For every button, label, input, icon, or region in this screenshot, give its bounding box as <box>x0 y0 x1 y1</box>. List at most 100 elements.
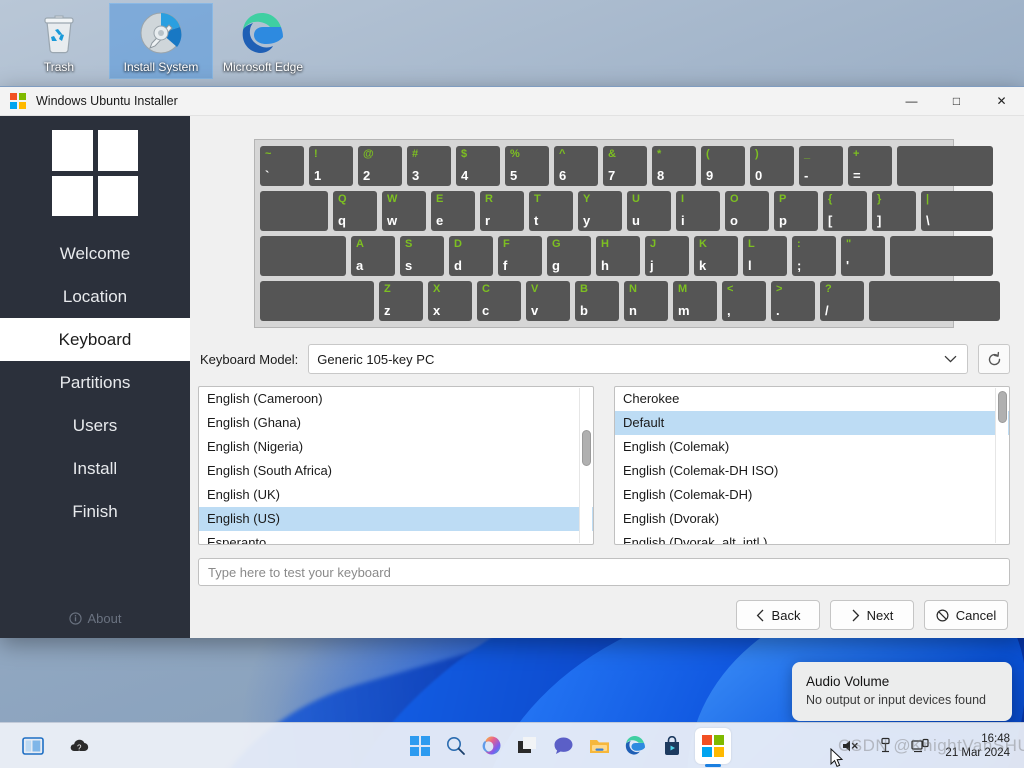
keyboard-test-input[interactable]: Type here to test your keyboard <box>198 558 1010 586</box>
keyboard-key-g: Gg <box>547 236 591 276</box>
volume-muted-icon[interactable] <box>837 733 863 759</box>
variant-list-item[interactable]: English (Colemak) <box>615 435 1009 459</box>
variant-list-item[interactable]: English (Colemak-DH) <box>615 483 1009 507</box>
info-circle-icon <box>68 612 82 625</box>
back-button[interactable]: Back <box>736 600 820 630</box>
usb-device-icon[interactable] <box>872 733 898 759</box>
desktop-icon-install-system[interactable]: Install System <box>109 3 213 79</box>
keyboard-key-blank <box>890 236 993 276</box>
sidebar-item-location[interactable]: Location <box>0 275 190 318</box>
sidebar-item-users[interactable]: Users <box>0 404 190 447</box>
key-upper-label: > <box>776 283 783 295</box>
layout-list-item[interactable]: English (US) <box>199 507 593 531</box>
layout-list-scrollbar[interactable] <box>579 388 592 543</box>
keyboard-key-9: (9 <box>701 146 745 186</box>
sidebar-item-partitions[interactable]: Partitions <box>0 361 190 404</box>
store-icon[interactable] <box>659 733 685 759</box>
key-lower-label: m <box>678 303 690 318</box>
variant-list-item[interactable]: English (Dvorak, alt. intl.) <box>615 531 1009 544</box>
chat-teams-icon[interactable] <box>551 733 577 759</box>
keyboard-test-placeholder: Type here to test your keyboard <box>208 564 391 580</box>
keyboard-key-blank <box>897 146 993 186</box>
desktop-icon-microsoft-edge[interactable]: Microsoft Edge <box>212 4 314 78</box>
key-upper-label: X <box>433 283 441 295</box>
key-lower-label: ] <box>877 213 882 228</box>
key-lower-label: 5 <box>510 168 518 183</box>
keyboard-key-4: $4 <box>456 146 500 186</box>
network-icon[interactable] <box>907 733 933 759</box>
window-body: Welcome Location Keyboard Partitions Use… <box>0 116 1024 638</box>
desktop-icon-label: Install System <box>123 60 199 74</box>
next-button[interactable]: Next <box>830 600 914 630</box>
folder-icon[interactable] <box>587 733 613 759</box>
layout-list-item[interactable]: English (Cameroon) <box>199 387 593 411</box>
copilot-icon[interactable] <box>479 733 505 759</box>
keyboard-variant-list[interactable]: Cherokee Default English (Colemak) English … <box>614 386 1010 545</box>
keyboard-row: Zz Xx Cc Vv Bb Nn Mm <, >.? / <box>260 281 1000 321</box>
windows-logo-icon <box>10 93 26 109</box>
key-upper-label: C <box>482 283 490 295</box>
sidebar-item-install[interactable]: Install <box>0 447 190 490</box>
window-minimize-button[interactable]: — <box>889 87 934 116</box>
key-lower-label: 3 <box>412 168 420 183</box>
start-button-icon[interactable] <box>407 733 433 759</box>
layout-list-item[interactable]: English (UK) <box>199 483 593 507</box>
key-lower-label: - <box>804 168 809 183</box>
window-maximize-button[interactable]: □ <box>934 87 979 116</box>
sidebar-item-finish[interactable]: Finish <box>0 490 190 533</box>
keyboard-model-select[interactable]: Generic 105-key PC <box>308 344 968 374</box>
back-label: Back <box>771 607 801 623</box>
variant-list-items: Cherokee Default English (Colemak) English … <box>615 387 1009 544</box>
key-lower-label: 6 <box>559 168 567 183</box>
key-lower-label: a <box>356 258 364 273</box>
window-close-button[interactable]: ✕ <box>979 87 1024 116</box>
layout-list-item[interactable]: English (South Africa) <box>199 459 593 483</box>
key-lower-label: u <box>632 213 640 228</box>
desktop-icon-trash[interactable]: Trash <box>8 4 110 78</box>
key-upper-label: N <box>629 283 637 295</box>
keyboard-key-.: >. <box>771 281 815 321</box>
key-upper-label: O <box>730 193 739 205</box>
key-lower-label: w <box>387 213 398 228</box>
key-upper-label: T <box>534 193 541 205</box>
keyboard-layout-list[interactable]: English (Cameroon) English (Ghana) English… <box>198 386 594 545</box>
reset-keyboard-button[interactable] <box>978 344 1010 374</box>
key-lower-label: 0 <box>755 168 763 183</box>
key-lower-label: , <box>727 303 731 318</box>
scrollbar-thumb[interactable] <box>998 391 1007 423</box>
search-icon[interactable] <box>443 733 469 759</box>
key-lower-label: \ <box>926 213 930 228</box>
key-lower-label: q <box>338 213 346 228</box>
layout-list-item[interactable]: English (Ghana) <box>199 411 593 435</box>
file-explorer-dark-icon[interactable] <box>515 733 541 759</box>
layout-list-item[interactable]: English (Nigeria) <box>199 435 593 459</box>
scrollbar-thumb[interactable] <box>582 430 591 466</box>
about-link[interactable]: About <box>0 611 190 626</box>
key-upper-label: ? <box>825 283 832 295</box>
key-upper-label: Q <box>338 193 347 205</box>
task-view-icon[interactable] <box>20 733 46 759</box>
keyboard-key-m: Mm <box>673 281 717 321</box>
variant-list-item[interactable]: Default <box>615 411 1009 435</box>
key-upper-label: | <box>926 193 930 205</box>
installer-taskbar-icon[interactable] <box>694 727 731 764</box>
sidebar-item-keyboard[interactable]: Keyboard <box>0 318 190 361</box>
install-disc-icon <box>140 12 182 54</box>
variant-list-item[interactable]: English (Dvorak) <box>615 507 1009 531</box>
taskbar-clock[interactable]: 16:48 21 Mar 2024 <box>945 732 1010 760</box>
variant-list-scrollbar[interactable] <box>995 388 1008 543</box>
edge-icon[interactable] <box>623 733 649 759</box>
key-upper-label: " <box>846 238 852 250</box>
sidebar-item-welcome[interactable]: Welcome <box>0 232 190 275</box>
layout-list-item[interactable]: Esperanto <box>199 531 593 544</box>
notification-toast[interactable]: Audio Volume No output or input devices … <box>792 662 1012 721</box>
variant-list-item[interactable]: Cherokee <box>615 387 1009 411</box>
key-upper-label: P <box>779 193 787 205</box>
key-lower-label: 8 <box>657 168 665 183</box>
variant-list-item[interactable]: English (Colemak-DH ISO) <box>615 459 1009 483</box>
svg-text:?: ? <box>77 743 82 752</box>
keyboard-lists: English (Cameroon) English (Ghana) English… <box>198 386 1010 545</box>
cancel-button[interactable]: Cancel <box>924 600 1008 630</box>
weather-cloud-icon[interactable]: ? <box>66 733 92 759</box>
keyboard-key--: _ - <box>799 146 843 186</box>
